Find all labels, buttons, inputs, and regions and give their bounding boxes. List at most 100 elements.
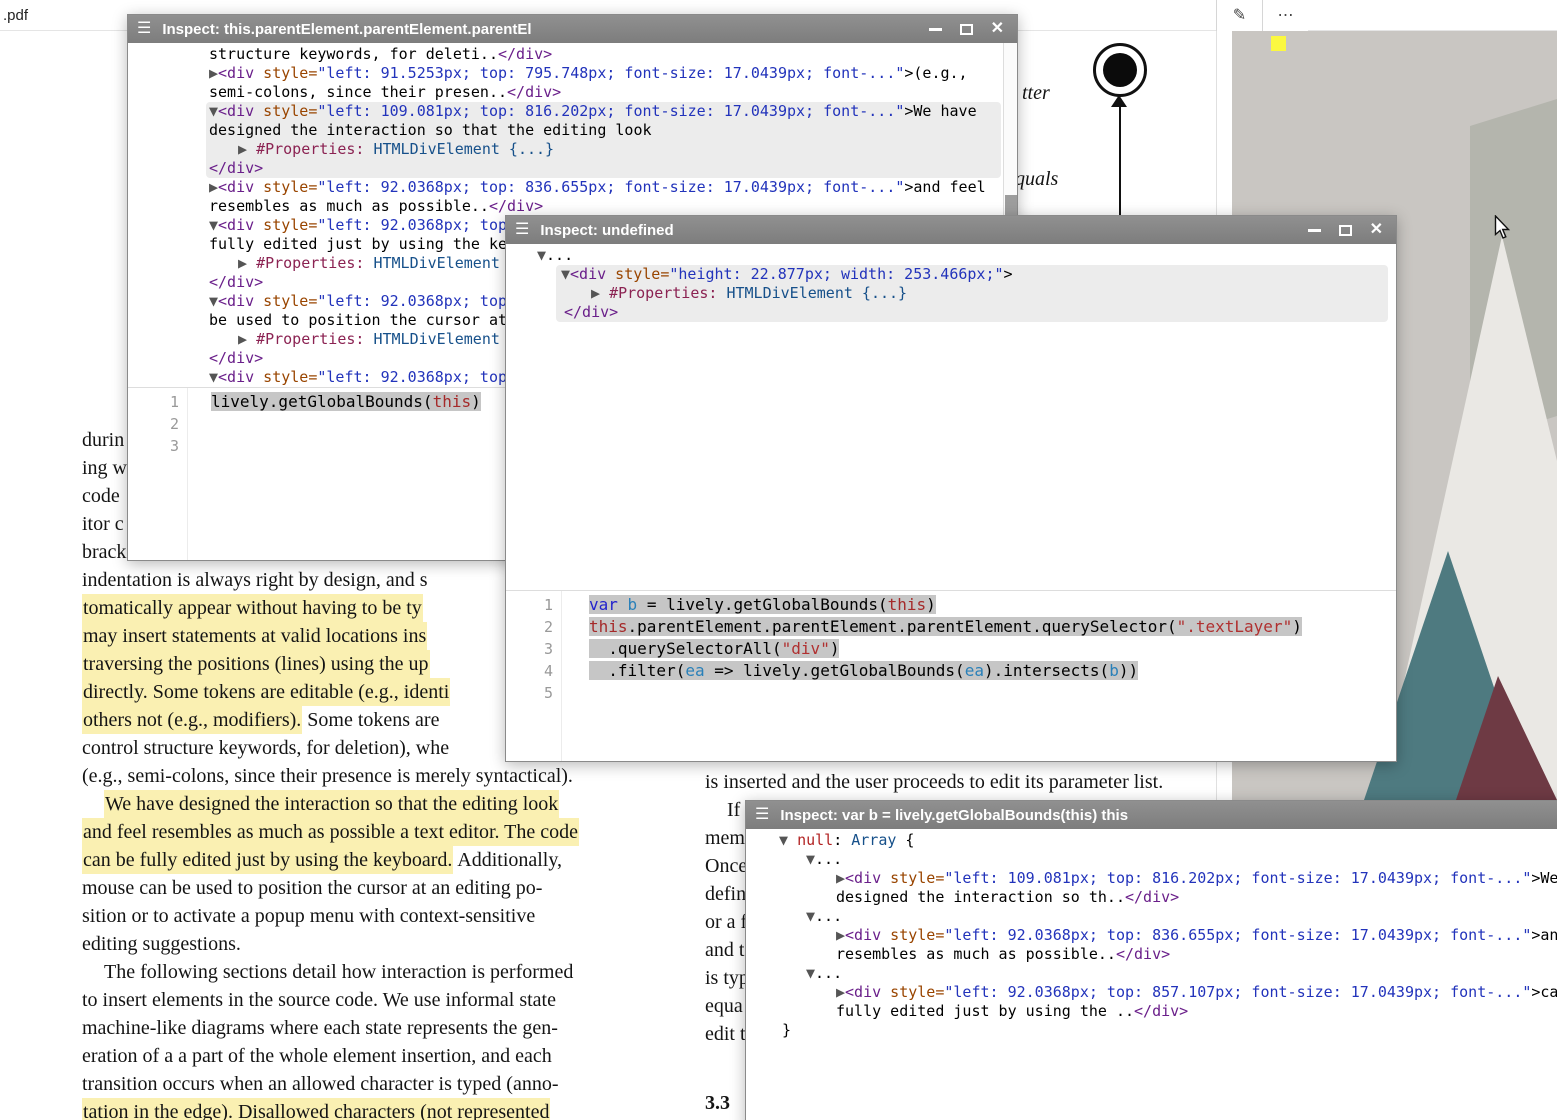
window-body: ▼ null: Array {▼...▶<div style="left: 10… [746,829,1557,1120]
line-number: 3 [128,435,187,457]
expand-arrow-icon[interactable]: ▼ [209,368,218,386]
scrollbar-thumb[interactable] [1005,195,1017,217]
close-button[interactable]: ✕ [1370,222,1383,238]
token-tag: </div> [489,197,543,215]
token-txt: be used to position the cursor at [209,311,507,329]
pdf-text-line: can be fully edited just by using the ke… [82,846,692,874]
token-att: style= [881,869,944,887]
expand-arrow-icon[interactable]: ▶ [591,284,609,302]
expand-arrow-icon[interactable]: ▼ [806,907,815,925]
window-menu-icon[interactable]: ☰ [755,807,769,823]
expand-arrow-icon[interactable]: ▼ [806,964,815,982]
tree-row[interactable]: } [746,1021,1557,1040]
expand-arrow-icon[interactable]: ▼ [209,102,218,120]
maximize-button[interactable] [1339,225,1352,236]
expand-arrow-icon[interactable]: ▼ [209,292,218,310]
diagram-label-fragment-top: tter [1022,82,1050,105]
tree-row[interactable]: ▼... [746,907,1557,926]
pdf-text: Additionally, [453,849,562,871]
screen: .pdf ✎ ⋯ durining wcodeitor cbrackindent… [0,0,1557,1120]
expand-arrow-icon[interactable]: ▶ [238,330,256,348]
code-line[interactable]: var b = lively.getGlobalBounds(this) [589,594,1396,616]
tree-row[interactable]: </div> [556,303,1388,322]
code-editor[interactable]: 12345 var b = lively.getGlobalBounds(thi… [506,590,1396,761]
token-tag: </div> [498,45,552,63]
tree-row[interactable]: resembles as much as possible..</div> [746,945,1557,964]
inspector-window-bounds-array[interactable]: ☰ Inspect: var b = lively.getGlobalBound… [745,800,1557,1120]
token-tag: <div [845,983,881,1001]
tree-row[interactable]: ▶<div style="left: 92.0368px; top: 857.1… [746,983,1557,1002]
pdf-text: brack [82,541,126,563]
tree-row[interactable]: ▼... [746,850,1557,869]
mouse-cursor [1494,215,1516,241]
tree-row[interactable]: </div> [206,159,1001,178]
tree-row[interactable]: designed the interaction so th..</div> [746,888,1557,907]
expand-arrow-icon[interactable]: ▶ [836,869,845,887]
minimize-button[interactable] [1308,229,1321,232]
tree-row[interactable]: semi-colons, since their presen..</div> [128,83,1017,102]
pdf-text-line: eration of a a part of the whole element… [82,1042,692,1070]
yellow-marker [1271,36,1286,51]
window-menu-icon[interactable]: ☰ [515,222,529,238]
tree-row[interactable]: structure keywords, for deleti..</div> [128,45,1017,64]
code-line[interactable]: this.parentElement.parentElement.parentE… [589,616,1396,638]
window-titlebar[interactable]: ☰ Inspect: var b = lively.getGlobalBound… [746,801,1557,829]
expand-arrow-icon[interactable]: ▼ [561,265,570,283]
token-tag: </div> [507,83,561,101]
expand-arrow-icon[interactable]: ▼ [537,246,546,264]
pdf-text: is typ [705,967,749,989]
window-menu-icon[interactable]: ☰ [137,21,151,37]
code-area[interactable]: var b = lively.getGlobalBounds(this)this… [589,591,1396,761]
token-txt: ... [815,850,842,868]
expand-arrow-icon[interactable]: ▼ [209,216,218,234]
window-titlebar[interactable]: ☰ Inspect: undefined ✕ [506,216,1396,244]
maximize-button[interactable] [960,24,973,35]
tree-row[interactable]: ▶<div style="left: 91.5253px; top: 795.7… [128,64,1017,83]
pdf-text: itor c [82,513,124,535]
tree-row[interactable]: ▼ null: Array { [746,831,1557,850]
expand-arrow-icon[interactable]: ▶ [836,926,845,944]
tree-row[interactable]: fully edited just by using the ..</div> [746,1002,1557,1021]
token-p: .filter( [589,661,685,680]
tree-row[interactable]: ▼<div style="left: 109.081px; top: 816.2… [206,102,1001,121]
inspector-window-undefined[interactable]: ☰ Inspect: undefined ✕ ▼...▼<div style="… [505,215,1397,762]
close-button[interactable]: ✕ [991,21,1004,37]
tree-row[interactable]: ▶ #Properties: HTMLDivElement {...} [556,284,1388,303]
tree-row[interactable]: ▼... [746,964,1557,983]
token-prp: #Properties: [256,330,364,348]
expand-arrow-icon[interactable]: ▼ [806,850,815,868]
tree-row[interactable]: ▼<div style="height: 22.877px; width: 25… [556,265,1388,284]
more-options-button[interactable]: ⋯ [1262,0,1308,31]
expand-arrow-icon[interactable]: ▶ [209,178,218,196]
pdf-text: durin [82,429,124,451]
token-val: "left: 92.0368px; top: 857.107px; font-s… [944,983,1531,1001]
code-line[interactable]: .querySelectorAll("div") [589,638,1396,660]
minimize-button[interactable] [929,28,942,31]
tree-row[interactable]: designed the interaction so that the edi… [206,121,1001,140]
tree-row[interactable]: resembles as much as possible..</div> [128,197,1017,216]
tree-row[interactable]: ▶<div style="left: 92.0368px; top: 836.6… [128,178,1017,197]
window-titlebar[interactable]: ☰ Inspect: this.parentElement.parentElem… [128,15,1017,43]
expand-arrow-icon[interactable]: ▶ [238,254,256,272]
pdf-text: and t [705,939,744,961]
expand-arrow-icon[interactable]: ▼ [779,831,797,849]
token-s: "div" [782,639,830,658]
token-typ: HTMLDivElement {...} [717,284,907,302]
tree-row[interactable]: ▶<div style="left: 109.081px; top: 816.2… [746,869,1557,888]
tree-row[interactable]: ▶<div style="left: 92.0368px; top: 836.6… [746,926,1557,945]
annotate-pencil-button[interactable]: ✎ [1216,0,1262,31]
pdf-text: defin [705,883,746,905]
code-line[interactable]: .filter(ea => lively.getGlobalBounds(ea)… [589,660,1396,682]
token-txt: >We have [904,102,976,120]
token-txt: semi-colons, since their presen.. [209,83,507,101]
tree-row[interactable]: ▼... [506,246,1396,265]
pdf-text-line: is inserted and the user proceeds to edi… [705,768,1220,796]
token-tag: </div> [1134,1002,1188,1020]
expand-arrow-icon[interactable]: ▶ [836,983,845,1001]
line-number: 4 [506,660,561,682]
code-line[interactable] [589,682,1396,704]
tree-row[interactable]: ▶ #Properties: HTMLDivElement {...} [206,140,1001,159]
expand-arrow-icon[interactable]: ▶ [209,64,218,82]
expand-arrow-icon[interactable]: ▶ [238,140,256,158]
diagram-label-fragment-bottom: quals [1015,168,1058,191]
